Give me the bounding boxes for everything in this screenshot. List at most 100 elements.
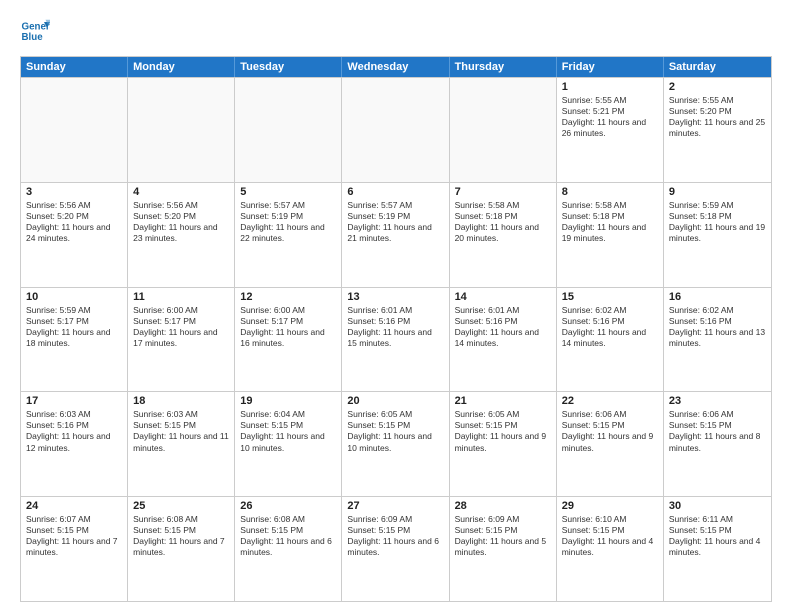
calendar-cell: 8Sunrise: 5:58 AM Sunset: 5:18 PM Daylig… [557,183,664,287]
cell-info: Sunrise: 6:08 AM Sunset: 5:15 PM Dayligh… [133,514,229,558]
calendar-cell: 3Sunrise: 5:56 AM Sunset: 5:20 PM Daylig… [21,183,128,287]
day-number: 23 [669,395,766,407]
calendar-cell: 6Sunrise: 5:57 AM Sunset: 5:19 PM Daylig… [342,183,449,287]
cell-info: Sunrise: 6:11 AM Sunset: 5:15 PM Dayligh… [669,514,766,558]
calendar-cell: 16 Sunrise: 6:02 AM Sunset: 5:16 PM Dayli… [664,288,771,392]
cell-info: Sunrise: 5:56 AM Sunset: 5:20 PM Dayligh… [26,200,122,244]
cell-info: Sunrise: 6:00 AM Sunset: 5:17 PM Dayligh… [133,305,229,349]
day-number: 17 [26,395,122,407]
cell-info: Sunrise: 6:06 AM Sunset: 5:15 PM Dayligh… [562,409,658,453]
day-number: 19 [240,395,336,407]
day-number: 25 [133,500,229,512]
calendar-cell: 29 Sunrise: 6:10 AM Sunset: 5:15 PM Dayli… [557,497,664,601]
calendar-row: 10 Sunrise: 5:59 AM Sunset: 5:17 PM Dayli… [21,287,771,392]
cell-info: Sunrise: 6:03 AM Sunset: 5:16 PM Dayligh… [26,409,122,453]
calendar-cell: 10 Sunrise: 5:59 AM Sunset: 5:17 PM Dayli… [21,288,128,392]
day-number: 26 [240,500,336,512]
calendar-row: 3Sunrise: 5:56 AM Sunset: 5:20 PM Daylig… [21,182,771,287]
day-number: 4 [133,186,229,198]
calendar-cell: 21Sunrise: 6:05 AM Sunset: 5:15 PM Dayli… [450,392,557,496]
day-number: 30 [669,500,766,512]
weekday-header: Sunday [21,57,128,77]
cell-info: Sunrise: 5:59 AM Sunset: 5:17 PM Dayligh… [26,305,122,349]
calendar-cell: 1 Sunrise: 5:55 AM Sunset: 5:21 PM Daylig… [557,78,664,182]
cell-info: Sunrise: 6:01 AM Sunset: 5:16 PM Dayligh… [347,305,443,349]
weekday-header: Saturday [664,57,771,77]
day-number: 2 [669,81,766,93]
cell-info: Sunrise: 5:55 AM Sunset: 5:21 PM Dayligh… [562,95,658,139]
cell-info: Sunrise: 5:59 AM Sunset: 5:18 PM Dayligh… [669,200,766,244]
calendar-row: 17 Sunrise: 6:03 AM Sunset: 5:16 PM Dayli… [21,391,771,496]
cell-info: Sunrise: 6:03 AM Sunset: 5:15 PM Dayligh… [133,409,229,453]
cell-info: Sunrise: 6:01 AM Sunset: 5:16 PM Dayligh… [455,305,551,349]
day-number: 16 [669,291,766,303]
day-number: 22 [562,395,658,407]
svg-text:Blue: Blue [22,32,44,43]
calendar-cell [128,78,235,182]
cell-info: Sunrise: 6:02 AM Sunset: 5:16 PM Dayligh… [562,305,658,349]
day-number: 13 [347,291,443,303]
calendar: SundayMondayTuesdayWednesdayThursdayFrid… [20,56,772,602]
calendar-cell [21,78,128,182]
calendar-body: 1 Sunrise: 5:55 AM Sunset: 5:21 PM Daylig… [21,77,771,601]
day-number: 24 [26,500,122,512]
cell-info: Sunrise: 6:04 AM Sunset: 5:15 PM Dayligh… [240,409,336,453]
calendar-row: 24Sunrise: 6:07 AM Sunset: 5:15 PM Dayli… [21,496,771,601]
calendar-cell: 25 Sunrise: 6:08 AM Sunset: 5:15 PM Dayli… [128,497,235,601]
day-number: 29 [562,500,658,512]
calendar-cell: 5Sunrise: 5:57 AM Sunset: 5:19 PM Daylig… [235,183,342,287]
cell-info: Sunrise: 6:02 AM Sunset: 5:16 PM Dayligh… [669,305,766,349]
cell-info: Sunrise: 6:05 AM Sunset: 5:15 PM Dayligh… [347,409,443,453]
header: General Blue [20,16,772,46]
day-number: 5 [240,186,336,198]
calendar-cell: 15 Sunrise: 6:02 AM Sunset: 5:16 PM Dayli… [557,288,664,392]
weekday-header: Thursday [450,57,557,77]
calendar-cell: 24Sunrise: 6:07 AM Sunset: 5:15 PM Dayli… [21,497,128,601]
cell-info: Sunrise: 6:10 AM Sunset: 5:15 PM Dayligh… [562,514,658,558]
cell-info: Sunrise: 6:09 AM Sunset: 5:15 PM Dayligh… [455,514,551,558]
calendar-cell: 19 Sunrise: 6:04 AM Sunset: 5:15 PM Dayli… [235,392,342,496]
calendar-cell: 4 Sunrise: 5:56 AM Sunset: 5:20 PM Daylig… [128,183,235,287]
calendar-cell: 27 Sunrise: 6:09 AM Sunset: 5:15 PM Dayli… [342,497,449,601]
cell-info: Sunrise: 6:08 AM Sunset: 5:15 PM Dayligh… [240,514,336,558]
page: General Blue SundayMondayTuesdayWednesda… [0,0,792,612]
calendar-cell: 18 Sunrise: 6:03 AM Sunset: 5:15 PM Dayli… [128,392,235,496]
day-number: 7 [455,186,551,198]
day-number: 28 [455,500,551,512]
weekday-header: Tuesday [235,57,342,77]
day-number: 8 [562,186,658,198]
day-number: 14 [455,291,551,303]
day-number: 9 [669,186,766,198]
cell-info: Sunrise: 6:00 AM Sunset: 5:17 PM Dayligh… [240,305,336,349]
calendar-cell [235,78,342,182]
day-number: 15 [562,291,658,303]
day-number: 10 [26,291,122,303]
cell-info: Sunrise: 5:57 AM Sunset: 5:19 PM Dayligh… [347,200,443,244]
calendar-cell: 11 Sunrise: 6:00 AM Sunset: 5:17 PM Dayli… [128,288,235,392]
day-number: 20 [347,395,443,407]
calendar-cell: 30 Sunrise: 6:11 AM Sunset: 5:15 PM Dayli… [664,497,771,601]
calendar-cell [342,78,449,182]
cell-info: Sunrise: 6:05 AM Sunset: 5:15 PM Dayligh… [455,409,551,453]
cell-info: Sunrise: 5:56 AM Sunset: 5:20 PM Dayligh… [133,200,229,244]
calendar-cell: 20 Sunrise: 6:05 AM Sunset: 5:15 PM Dayli… [342,392,449,496]
day-number: 12 [240,291,336,303]
day-number: 11 [133,291,229,303]
cell-info: Sunrise: 5:55 AM Sunset: 5:20 PM Dayligh… [669,95,766,139]
calendar-cell: 13 Sunrise: 6:01 AM Sunset: 5:16 PM Dayli… [342,288,449,392]
cell-info: Sunrise: 6:09 AM Sunset: 5:15 PM Dayligh… [347,514,443,558]
calendar-cell: 7Sunrise: 5:58 AM Sunset: 5:18 PM Daylig… [450,183,557,287]
calendar-cell: 28 Sunrise: 6:09 AM Sunset: 5:15 PM Dayli… [450,497,557,601]
calendar-cell: 17 Sunrise: 6:03 AM Sunset: 5:16 PM Dayli… [21,392,128,496]
day-number: 18 [133,395,229,407]
weekday-header: Monday [128,57,235,77]
calendar-cell: 14 Sunrise: 6:01 AM Sunset: 5:16 PM Dayli… [450,288,557,392]
day-number: 1 [562,81,658,93]
calendar-cell: 2 Sunrise: 5:55 AM Sunset: 5:20 PM Daylig… [664,78,771,182]
calendar-cell: 26 Sunrise: 6:08 AM Sunset: 5:15 PM Dayli… [235,497,342,601]
weekday-header: Friday [557,57,664,77]
weekday-header: Wednesday [342,57,449,77]
calendar-row: 1 Sunrise: 5:55 AM Sunset: 5:21 PM Daylig… [21,77,771,182]
calendar-cell: 12 Sunrise: 6:00 AM Sunset: 5:17 PM Dayli… [235,288,342,392]
day-number: 27 [347,500,443,512]
